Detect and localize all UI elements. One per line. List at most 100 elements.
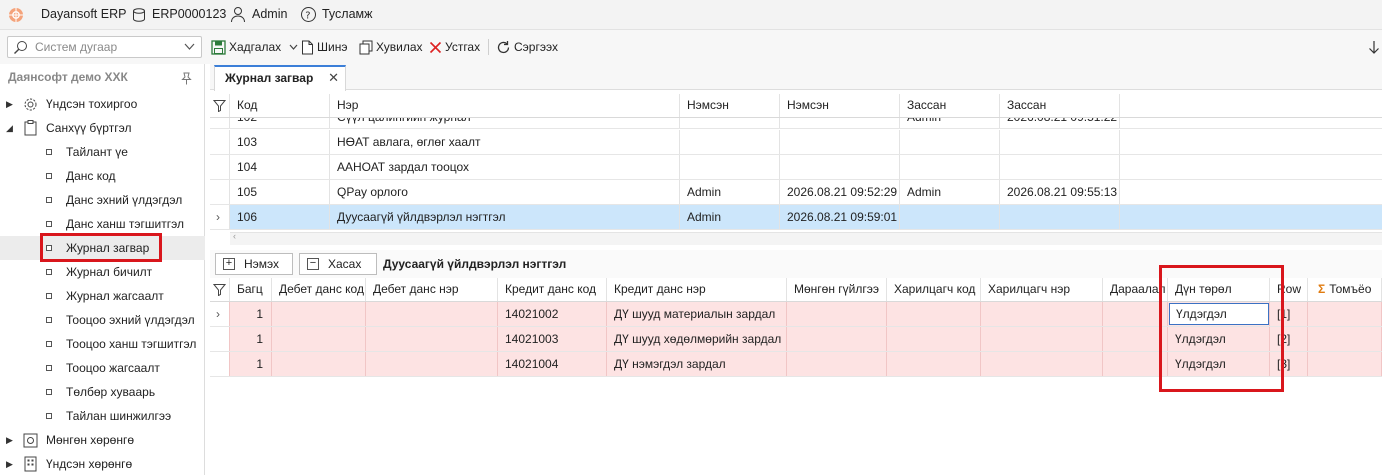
table-cell[interactable] [272, 352, 366, 376]
sidebar-item-report-analysis[interactable]: Тайлан шинжилгээ [0, 404, 205, 428]
sidebar-item-settlement-list[interactable]: Тооцоо жагсаалт [0, 356, 205, 380]
sidebar-item-account-revaluation[interactable]: Данс ханш тэгшитгэл [0, 212, 205, 236]
table-cell[interactable]: 106 [230, 205, 330, 229]
detail-row[interactable]: › 1 14021002 ДҮ шууд материалын зардал Ү… [210, 302, 1382, 327]
sidebar-item-settlement-revaluation[interactable]: Тооцоо ханш тэгшитгэл [0, 332, 205, 356]
user-name[interactable]: Admin [252, 0, 287, 30]
detail-row[interactable]: 1 14021003 ДҮ шууд хөдөлмөрийн зардал Үл… [210, 327, 1382, 352]
column-header[interactable]: Дүн төрөл [1168, 278, 1270, 301]
expand-arrow-icon[interactable]: ▶ [6, 452, 13, 476]
close-icon[interactable]: ✕ [328, 70, 339, 86]
detail-row[interactable]: 1 14021004 ДҮ нэмэгдэл зардал Үлдэгдэл [… [210, 352, 1382, 377]
table-cell[interactable] [780, 155, 900, 179]
table-cell[interactable]: Admin [900, 118, 1000, 128]
sidebar-item-payment-schedule[interactable]: Төлбөр хуваарь [0, 380, 205, 404]
filter-cell[interactable] [210, 278, 230, 301]
column-header[interactable]: Зассан [1000, 94, 1120, 117]
table-cell[interactable]: Дуусаагүй үйлдвэрлэл нэгтгэл [330, 205, 680, 229]
table-row[interactable]: 103 НӨАТ авлага, өглөг хаалт [210, 130, 1382, 155]
table-cell[interactable] [887, 327, 981, 351]
table-cell[interactable] [887, 352, 981, 376]
table-cell[interactable] [680, 155, 780, 179]
expand-arrow-icon[interactable]: ▶ [6, 428, 13, 452]
table-cell[interactable] [780, 118, 900, 128]
table-cell[interactable] [1103, 302, 1168, 326]
table-cell[interactable]: 2026.08.21 09:55:13 [1000, 180, 1120, 204]
table-cell[interactable]: ДҮ шууд материалын зардал [607, 302, 787, 326]
sidebar-item-cash[interactable]: ▶ Мөнгөн хөрөнгө [0, 428, 205, 452]
sidebar-item-account-opening[interactable]: Данс эхний үлдэгдэл [0, 188, 205, 212]
table-cell[interactable] [787, 352, 887, 376]
copy-button[interactable]: Хувилах [359, 37, 423, 59]
table-cell[interactable]: Сүүл цалингийн журнал [330, 118, 680, 128]
help-link[interactable]: Тусламж [322, 0, 373, 30]
table-cell[interactable] [272, 302, 366, 326]
column-header[interactable]: Дебет данс код [272, 278, 366, 301]
horizontal-scrollbar[interactable]: ‹ [230, 231, 1382, 245]
table-cell[interactable] [1308, 327, 1382, 351]
sidebar-item-finance[interactable]: ◢ Санхүү бүртгэл [0, 116, 205, 140]
table-cell[interactable]: 105 [230, 180, 330, 204]
table-cell[interactable]: 2026.08.21 09:52:29 [780, 180, 900, 204]
column-header[interactable]: Дебет данс нэр [366, 278, 498, 301]
table-cell[interactable] [1000, 205, 1120, 229]
column-header[interactable]: Зассан [900, 94, 1000, 117]
table-cell[interactable] [366, 352, 498, 376]
table-cell[interactable]: Admin [900, 180, 1000, 204]
table-cell[interactable]: 14021004 [498, 352, 607, 376]
column-header[interactable]: Нэр [330, 94, 680, 117]
sidebar-item-fixed-assets[interactable]: ▶ Үндсэн хөрөнгө [0, 452, 205, 476]
table-row[interactable]: 102 Сүүл цалингийн журнал Admin 2026.08.… [210, 118, 1382, 129]
column-header[interactable]: Row [1270, 278, 1308, 301]
column-header[interactable]: Код [230, 94, 330, 117]
table-cell[interactable] [680, 118, 780, 128]
table-cell[interactable] [900, 155, 1000, 179]
search-input[interactable] [35, 38, 185, 56]
table-cell[interactable]: 102 [230, 118, 330, 128]
column-header-formula[interactable]: Σ Томъёо [1308, 278, 1382, 301]
sidebar-item-basic-settings[interactable]: ▶ Үндсэн тохиргоо [0, 92, 205, 116]
table-cell[interactable]: 1 [230, 302, 272, 326]
table-cell[interactable]: Admin [680, 205, 780, 229]
amount-type-select[interactable]: Үлдэгдэл [1169, 303, 1269, 325]
sidebar-item-journal-template[interactable]: Журнал загвар [0, 236, 205, 260]
table-cell[interactable] [366, 302, 498, 326]
new-button[interactable]: Шинэ [301, 37, 347, 59]
table-cell[interactable] [981, 327, 1103, 351]
table-cell[interactable] [1000, 155, 1120, 179]
table-cell[interactable] [900, 205, 1000, 229]
column-header[interactable]: Дараалал [1103, 278, 1168, 301]
pin-icon[interactable] [180, 72, 192, 85]
table-cell[interactable] [900, 130, 1000, 154]
table-cell[interactable] [887, 302, 981, 326]
table-cell[interactable]: 1 [230, 327, 272, 351]
tab-journal-template[interactable]: Журнал загвар ✕ [214, 65, 346, 91]
table-cell[interactable]: 104 [230, 155, 330, 179]
search-box[interactable] [7, 36, 202, 58]
table-cell[interactable] [1308, 352, 1382, 376]
table-cell[interactable] [787, 302, 887, 326]
table-cell[interactable] [1308, 302, 1382, 326]
table-cell[interactable] [1103, 327, 1168, 351]
table-cell[interactable]: НӨАТ авлага, өглөг хаалт [330, 130, 680, 154]
table-cell[interactable]: Admin [680, 180, 780, 204]
save-button[interactable]: Хадгалах [211, 37, 301, 59]
column-header[interactable]: Нэмсэн [680, 94, 780, 117]
scroll-left-icon[interactable]: ‹ [233, 231, 236, 241]
table-row[interactable]: 105 QPay орлого Admin 2026.08.21 09:52:2… [210, 180, 1382, 205]
table-cell[interactable] [1000, 130, 1120, 154]
arrow-down-icon[interactable] [1368, 40, 1380, 55]
table-cell[interactable] [1103, 352, 1168, 376]
table-cell[interactable]: 103 [230, 130, 330, 154]
table-cell[interactable]: [1] [1270, 302, 1308, 326]
filter-icon[interactable] [212, 283, 227, 297]
table-cell[interactable]: 2026.08.21 09:51:22 [1000, 118, 1120, 128]
column-header[interactable]: Нэмсэн [780, 94, 900, 117]
table-row[interactable]: 104 ААНОАТ зардал тооцох [210, 155, 1382, 180]
table-cell[interactable]: Үлдэгдэл [1168, 327, 1270, 351]
table-cell[interactable] [366, 327, 498, 351]
sidebar-item-settlement-opening[interactable]: Тооцоо эхний үлдэгдэл [0, 308, 205, 332]
remove-row-button[interactable]: − Хасах [299, 253, 377, 275]
column-header[interactable]: Мөнгөн гүйлгээ [787, 278, 887, 301]
column-header[interactable]: Харилцагч нэр [981, 278, 1103, 301]
